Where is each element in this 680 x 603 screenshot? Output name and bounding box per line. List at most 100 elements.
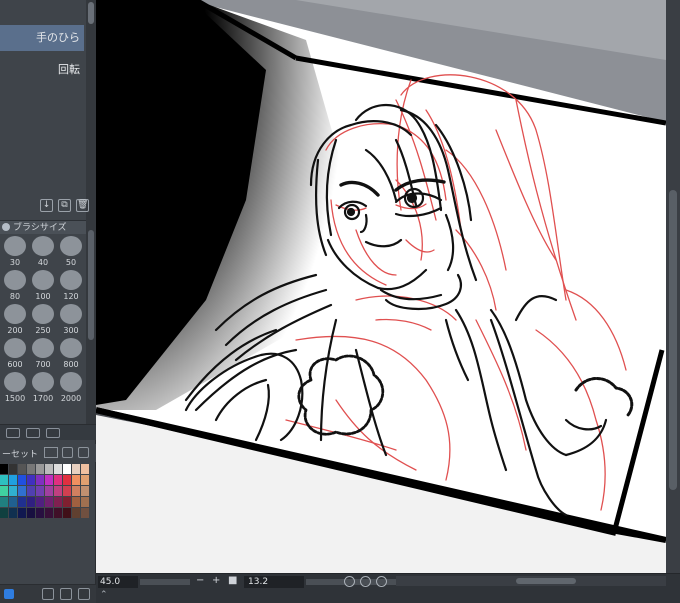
- color-swatch[interactable]: [0, 497, 8, 507]
- color-swatch[interactable]: [36, 497, 44, 507]
- eyedropper-icon[interactable]: [62, 447, 73, 458]
- brush-size-preset[interactable]: 2000: [58, 372, 84, 403]
- color-swatch[interactable]: [9, 497, 17, 507]
- zoom-out-button[interactable]: −: [196, 575, 204, 586]
- color-swatch[interactable]: [27, 486, 35, 496]
- color-swatch[interactable]: [72, 464, 80, 474]
- current-color-swatch[interactable]: [4, 589, 14, 599]
- color-swatch[interactable]: [72, 486, 80, 496]
- color-swatch[interactable]: [54, 497, 62, 507]
- color-swatch[interactable]: [9, 486, 17, 496]
- brush-size-preset[interactable]: 600: [2, 338, 28, 369]
- color-swatch[interactable]: [36, 464, 44, 474]
- color-swatch[interactable]: [45, 497, 53, 507]
- canvas-vertical-scrollbar[interactable]: [666, 0, 680, 573]
- color-swatch[interactable]: [72, 508, 80, 518]
- grid-icon[interactable]: [26, 428, 40, 438]
- settings-icon[interactable]: [6, 428, 20, 438]
- brush-size-title: ブラシサイズ: [13, 223, 67, 233]
- zoom-value[interactable]: 45.0: [98, 576, 138, 588]
- color-swatch[interactable]: [45, 464, 53, 474]
- brush-size-preset[interactable]: 200: [2, 304, 28, 335]
- brush-size-preset[interactable]: 120: [58, 270, 84, 301]
- color-swatch[interactable]: [27, 497, 35, 507]
- brush-size-preset[interactable]: 30: [2, 236, 28, 267]
- zoom-slider[interactable]: [140, 579, 190, 585]
- color-swatch[interactable]: [9, 475, 17, 485]
- color-set-header: ーセット: [0, 444, 96, 462]
- fit-button[interactable]: ■: [228, 575, 237, 586]
- color-swatch[interactable]: [27, 464, 35, 474]
- color-swatch[interactable]: [27, 508, 35, 518]
- brush-size-preset[interactable]: 80: [2, 270, 28, 301]
- download-icon[interactable]: [78, 447, 89, 458]
- color-swatch[interactable]: [81, 486, 89, 496]
- color-swatch[interactable]: [18, 508, 26, 518]
- color-swatch[interactable]: [63, 464, 71, 474]
- brush-size-label: 700: [35, 360, 51, 369]
- brush-size-preset[interactable]: 40: [30, 236, 56, 267]
- color-swatch[interactable]: [54, 486, 62, 496]
- color-swatch[interactable]: [0, 464, 8, 474]
- color-swatch[interactable]: [63, 486, 71, 496]
- brush-size-preset[interactable]: 800: [58, 338, 84, 369]
- chevron-down-icon[interactable]: [44, 447, 58, 458]
- color-swatch[interactable]: [72, 497, 80, 507]
- color-swatch[interactable]: [72, 475, 80, 485]
- fill-icon[interactable]: [60, 588, 72, 600]
- color-swatch[interactable]: [9, 508, 17, 518]
- subtool-rotate[interactable]: 回転: [0, 57, 84, 83]
- download-icon[interactable]: ↓: [40, 199, 53, 212]
- rotate-left-icon[interactable]: [344, 576, 355, 587]
- rotate-right-icon[interactable]: [360, 576, 371, 587]
- trash-icon[interactable]: 🗑: [76, 199, 89, 212]
- color-swatch[interactable]: [45, 475, 53, 485]
- brush-size-label: 250: [35, 326, 51, 335]
- color-swatch[interactable]: [54, 464, 62, 474]
- reset-rotation-icon[interactable]: [376, 576, 387, 587]
- brush-size-preset[interactable]: 700: [30, 338, 56, 369]
- color-swatch[interactable]: [36, 475, 44, 485]
- color-swatch[interactable]: [63, 508, 71, 518]
- color-swatch[interactable]: [18, 464, 26, 474]
- color-swatch[interactable]: [81, 508, 89, 518]
- color-swatch[interactable]: [27, 475, 35, 485]
- color-swatch[interactable]: [0, 508, 8, 518]
- color-swatch[interactable]: [18, 497, 26, 507]
- color-swatches[interactable]: [0, 464, 89, 518]
- left-panel-scrollbar[interactable]: [86, 0, 96, 430]
- color-swatch[interactable]: [18, 486, 26, 496]
- color-swatch[interactable]: [9, 464, 17, 474]
- trash-icon[interactable]: [78, 588, 90, 600]
- duplicate-icon[interactable]: ⧉: [58, 199, 71, 212]
- color-swatch[interactable]: [81, 497, 89, 507]
- color-swatch[interactable]: [63, 497, 71, 507]
- color-swatch[interactable]: [18, 475, 26, 485]
- list-icon[interactable]: [46, 428, 60, 438]
- color-swatch[interactable]: [0, 486, 8, 496]
- subtool-palm[interactable]: 手のひら: [0, 25, 84, 51]
- color-swatch[interactable]: [45, 486, 53, 496]
- color-swatch[interactable]: [63, 475, 71, 485]
- export-icon[interactable]: [42, 588, 54, 600]
- color-swatch[interactable]: [36, 486, 44, 496]
- color-swatch[interactable]: [45, 508, 53, 518]
- zoom-in-button[interactable]: +: [212, 575, 220, 586]
- color-swatch[interactable]: [81, 464, 89, 474]
- color-swatch[interactable]: [54, 475, 62, 485]
- color-swatch[interactable]: [54, 508, 62, 518]
- drawing-canvas[interactable]: [96, 0, 666, 573]
- brush-size-dot: [32, 372, 54, 392]
- canvas-horizontal-scrollbar[interactable]: [396, 576, 666, 586]
- brush-size-preset[interactable]: 1500: [2, 372, 28, 403]
- chevron-up-icon[interactable]: ⌃: [100, 590, 108, 600]
- brush-size-preset[interactable]: 50: [58, 236, 84, 267]
- color-swatch[interactable]: [36, 508, 44, 518]
- brush-size-preset[interactable]: 1700: [30, 372, 56, 403]
- brush-size-preset[interactable]: 300: [58, 304, 84, 335]
- color-swatch[interactable]: [81, 475, 89, 485]
- color-swatch[interactable]: [0, 475, 8, 485]
- brush-size-preset[interactable]: 100: [30, 270, 56, 301]
- rotation-value[interactable]: 13.2: [244, 576, 304, 588]
- brush-size-preset[interactable]: 250: [30, 304, 56, 335]
